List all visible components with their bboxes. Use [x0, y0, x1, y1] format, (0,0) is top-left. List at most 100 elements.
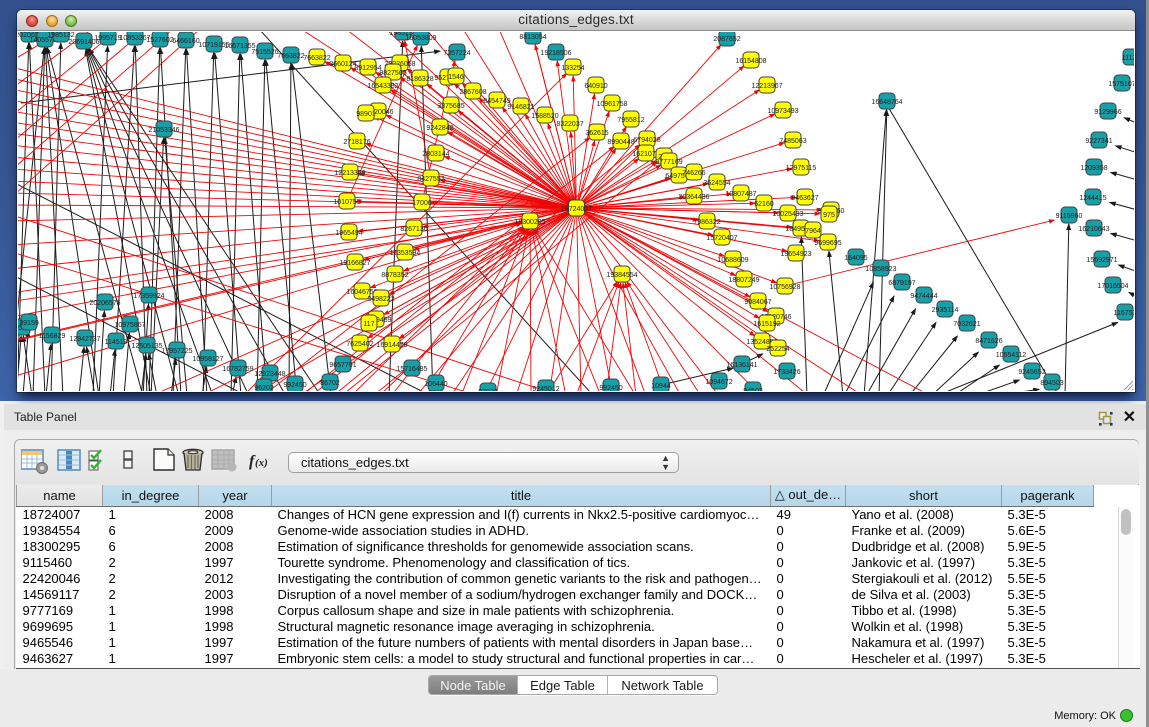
svg-text:19218506: 19218506	[540, 50, 571, 57]
svg-text:7032621: 7032621	[953, 321, 980, 328]
svg-text:9245012: 9245012	[532, 386, 559, 391]
svg-text:8267130: 8267130	[400, 226, 427, 233]
svg-text:9227341: 9227341	[1085, 138, 1112, 145]
svg-text:1209358: 1209358	[1080, 165, 1107, 172]
svg-text:8471626: 8471626	[975, 338, 1002, 345]
svg-text:1615192: 1615192	[753, 321, 780, 328]
svg-text:12213369: 12213369	[334, 170, 365, 177]
svg-text:1733426: 1733426	[773, 369, 800, 376]
svg-text:10654112: 10654112	[996, 352, 1027, 359]
svg-text:640910: 640910	[584, 83, 607, 90]
svg-text:86702: 86702	[320, 380, 340, 387]
svg-text:18300295: 18300295	[514, 219, 545, 226]
svg-text:9242848: 9242848	[426, 125, 453, 132]
svg-text:7986322: 7986322	[693, 219, 720, 226]
svg-text:19166827: 19166827	[339, 260, 370, 267]
svg-text:19384554: 19384554	[606, 272, 637, 279]
svg-text:10858923: 10858923	[865, 266, 896, 273]
svg-text:20206576: 20206576	[89, 300, 120, 307]
svg-text:10958127: 10958127	[192, 356, 223, 363]
svg-text:11353594: 11353594	[390, 250, 421, 257]
svg-text:18724007: 18724007	[561, 206, 592, 213]
svg-text:39159: 39159	[19, 320, 39, 327]
svg-text:1527602: 1527602	[146, 37, 173, 44]
svg-text:10961758: 10961758	[596, 101, 627, 108]
svg-text:8322037: 8322037	[556, 121, 583, 128]
svg-text:10025433: 10025433	[772, 211, 803, 218]
svg-text:3875685: 3875685	[437, 103, 464, 110]
svg-text:16154808: 16154808	[735, 58, 766, 65]
svg-text:7955812: 7955812	[617, 117, 644, 124]
svg-text:(x): (x)	[255, 457, 268, 469]
svg-text:362615: 362615	[585, 130, 608, 137]
svg-text:9146821: 9146821	[507, 104, 534, 111]
svg-text:12923448: 12923448	[254, 371, 285, 378]
svg-text:7663822: 7663822	[303, 55, 330, 62]
svg-text:94503: 94503	[743, 388, 763, 391]
svg-text:16053809: 16053809	[405, 35, 436, 42]
svg-text:894503: 894503	[1040, 380, 1063, 387]
svg-text:6794028: 6794028	[633, 137, 660, 144]
svg-text:8813054: 8813054	[519, 34, 546, 41]
svg-text:746266: 746266	[682, 170, 705, 177]
svg-text:10688609: 10688609	[717, 257, 748, 264]
svg-text:62160: 62160	[754, 201, 774, 208]
svg-text:164095: 164095	[844, 255, 867, 262]
svg-text:11123: 11123	[1122, 55, 1134, 62]
svg-text:1588520: 1588520	[531, 113, 558, 120]
svg-text:16914479: 16914479	[376, 342, 407, 349]
svg-text:1575107: 1575107	[1108, 81, 1134, 88]
svg-text:17016504: 17016504	[1097, 283, 1128, 290]
svg-text:19654923: 19654923	[780, 251, 811, 258]
svg-text:2935114: 2935114	[932, 307, 959, 314]
svg-text:12213967: 12213967	[751, 83, 782, 90]
svg-text:8186328: 8186328	[406, 76, 433, 83]
svg-text:9699695: 9699695	[814, 240, 841, 247]
svg-text:9245652: 9245652	[1018, 369, 1045, 376]
svg-text:975: 975	[823, 212, 835, 219]
svg-text:1244415: 1244415	[1079, 195, 1106, 202]
svg-text:7357224: 7357224	[443, 50, 470, 57]
svg-text:992450: 992450	[599, 385, 622, 391]
svg-text:21053346: 21053346	[148, 127, 179, 134]
svg-text:1094672: 1094672	[705, 379, 732, 386]
svg-text:6466160: 6466160	[172, 38, 199, 45]
svg-text:8427552: 8427552	[417, 176, 444, 183]
svg-text:17006: 17006	[412, 200, 432, 207]
svg-text:116753: 116753	[1114, 310, 1134, 317]
svg-text:2087652: 2087652	[713, 36, 740, 43]
svg-text:16210643: 16210643	[1078, 226, 1109, 233]
svg-text:106440: 106440	[424, 381, 447, 388]
svg-text:9115960: 9115960	[1056, 213, 1083, 220]
svg-text:98901: 98901	[356, 111, 376, 118]
svg-text:9827505: 9827505	[379, 70, 406, 77]
svg-text:9463627: 9463627	[791, 195, 818, 202]
svg-text:10807487: 10807487	[725, 191, 756, 198]
svg-text:20364436: 20364436	[678, 194, 709, 201]
svg-text:87922: 87922	[478, 389, 498, 391]
svg-text:18807249: 18807249	[728, 277, 759, 284]
svg-text:10944: 10944	[651, 383, 671, 390]
svg-text:17957225: 17957225	[161, 348, 192, 355]
svg-text:16648764: 16648764	[871, 99, 902, 106]
svg-text:1156829: 1156829	[39, 333, 66, 340]
svg-text:1995719: 1995719	[94, 35, 121, 42]
svg-text:114519: 114519	[105, 339, 128, 346]
svg-text:1546: 1546	[448, 74, 464, 81]
svg-text:12942737: 12942737	[69, 336, 100, 343]
svg-text:15692971: 15692971	[1086, 257, 1117, 264]
svg-text:9657791: 9657791	[329, 362, 356, 369]
svg-text:1985132: 1985132	[47, 32, 74, 39]
svg-text:2718176: 2718176	[343, 139, 370, 146]
svg-text:10756928: 10756928	[769, 284, 800, 291]
svg-text:9777169: 9777169	[655, 159, 682, 166]
svg-text:15716485: 15716485	[396, 366, 427, 373]
svg-text:8990448: 8990448	[607, 139, 634, 146]
svg-text:9129966: 9129966	[1094, 109, 1121, 116]
svg-text:9084067: 9084067	[744, 299, 771, 306]
svg-text:16782759: 16782759	[222, 366, 253, 373]
svg-text:96202: 96202	[254, 385, 274, 391]
svg-text:15720407: 15720407	[706, 235, 737, 242]
svg-text:8660124: 8660124	[329, 61, 356, 68]
svg-text:6879197: 6879197	[888, 280, 915, 287]
